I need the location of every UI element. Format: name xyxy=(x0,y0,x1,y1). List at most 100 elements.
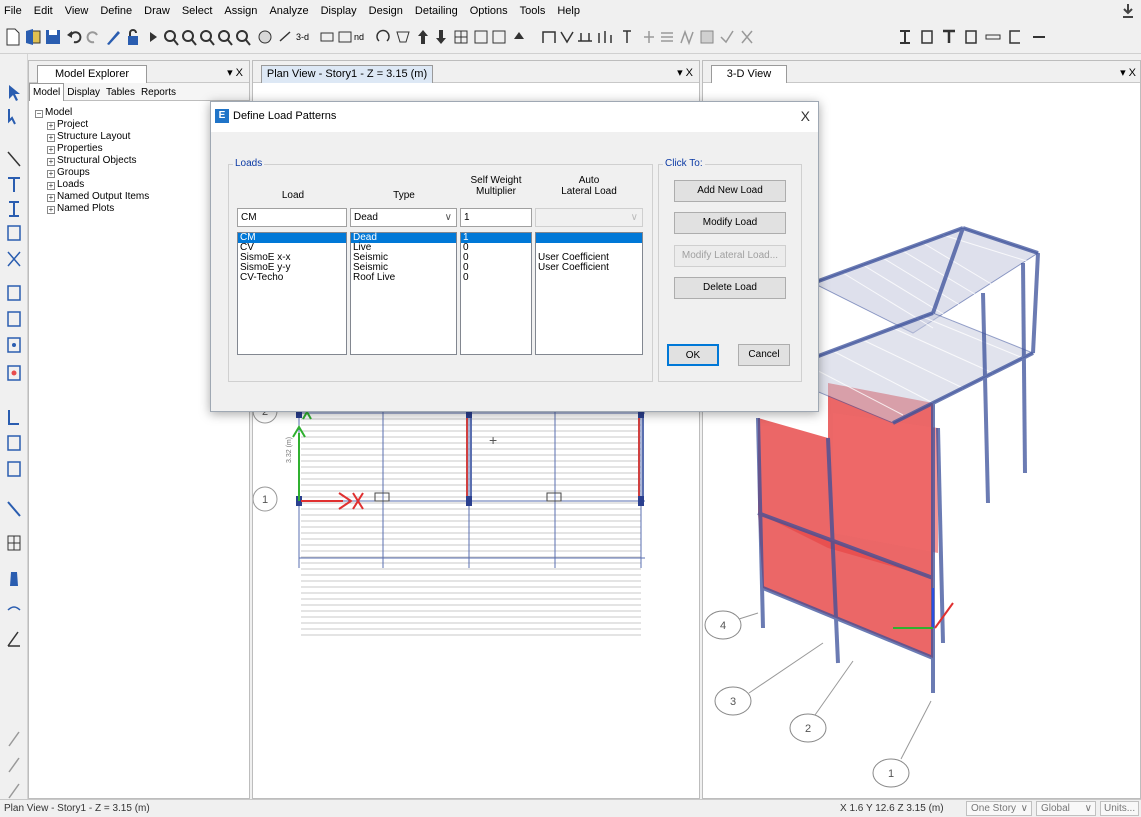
list-item[interactable]: 0 xyxy=(461,273,531,283)
zoom-previous-icon[interactable] xyxy=(198,27,216,47)
plate-section-icon[interactable] xyxy=(984,27,1002,47)
model-explorer-pin-close[interactable]: ▾ X xyxy=(227,66,243,79)
tree-node-named-plots[interactable]: + Named Plots xyxy=(47,203,114,214)
expand-icon[interactable]: + xyxy=(47,206,55,214)
draw-slab-rebar-icon[interactable] xyxy=(6,730,22,748)
lock-icon[interactable] xyxy=(124,27,142,47)
delete-load-button[interactable]: Delete Load xyxy=(674,277,786,299)
wall-icon[interactable] xyxy=(596,27,614,47)
tab-model-explorer[interactable]: Model Explorer xyxy=(37,65,147,83)
rect-section-icon[interactable] xyxy=(918,27,936,47)
subtab-tables[interactable]: Tables xyxy=(103,84,138,101)
cancel-button[interactable]: Cancel xyxy=(738,344,790,366)
snap-icon[interactable] xyxy=(738,27,756,47)
undo-icon[interactable] xyxy=(66,27,84,47)
i-section-icon[interactable] xyxy=(962,27,980,47)
story-dropdown[interactable]: One Story ∨ xyxy=(966,801,1032,816)
pan-icon[interactable] xyxy=(256,27,274,47)
tree-node-groups[interactable]: + Groups xyxy=(47,167,90,178)
tee-section-icon[interactable] xyxy=(940,27,958,47)
reshape-icon[interactable] xyxy=(6,108,22,126)
list-item[interactable]: User Coefficient xyxy=(536,263,642,273)
menu-view[interactable]: View xyxy=(59,0,95,22)
modify-load-button[interactable]: Modify Load xyxy=(674,212,786,234)
coordinate-system-dropdown[interactable]: Global ∨ xyxy=(1036,801,1096,816)
tab-plan-view[interactable]: Plan View - Story1 - Z = 3.15 (m) xyxy=(261,65,433,83)
zoom-rubber-band-icon[interactable] xyxy=(162,27,180,47)
beam-section-icon[interactable] xyxy=(896,27,914,47)
download-icon[interactable] xyxy=(1121,3,1135,19)
check-model-icon[interactable] xyxy=(718,27,736,47)
draw-reference-line-icon[interactable] xyxy=(6,630,22,648)
open-icon[interactable] xyxy=(24,27,42,47)
shell-icon[interactable] xyxy=(698,27,716,47)
zoom-in-icon[interactable] xyxy=(216,27,234,47)
draw-design-strip-icon[interactable] xyxy=(6,782,22,800)
menu-edit[interactable]: Edit xyxy=(28,0,59,22)
load-type-dropdown[interactable]: Dead ∨ xyxy=(350,208,457,227)
draw-section-cut-icon[interactable] xyxy=(6,570,22,588)
menu-analyze[interactable]: Analyze xyxy=(263,0,314,22)
view-3d-pin-close[interactable]: ▾ X xyxy=(1120,66,1136,79)
ok-button[interactable]: OK xyxy=(667,344,719,366)
tree-node-loads[interactable]: + Loads xyxy=(47,179,84,190)
run-analysis-icon[interactable] xyxy=(144,27,162,47)
list-item[interactable]: 0 xyxy=(461,263,531,273)
expand-icon[interactable]: + xyxy=(47,194,55,202)
draw-wall-stack-icon[interactable] xyxy=(6,408,22,426)
redo-icon[interactable] xyxy=(84,27,102,47)
draw-dimension-icon[interactable] xyxy=(6,500,22,518)
brace-icon[interactable] xyxy=(558,27,576,47)
tree-node-project[interactable]: + Project xyxy=(47,119,88,130)
rotate-icon[interactable] xyxy=(276,27,294,47)
expand-icon[interactable]: + xyxy=(47,134,55,142)
opening-icon[interactable] xyxy=(678,27,696,47)
tree-node-structural-objects[interactable]: + Structural Objects xyxy=(47,155,136,166)
tree-node-model[interactable]: − Model xyxy=(35,107,72,118)
tree-node-named-output-items[interactable]: + Named Output Items xyxy=(47,191,149,202)
channel-section-icon[interactable] xyxy=(1006,27,1024,47)
list-item[interactable] xyxy=(536,233,642,243)
line-section-icon[interactable] xyxy=(1030,27,1048,47)
expand-icon[interactable]: + xyxy=(47,158,55,166)
draw-brace-icon[interactable] xyxy=(6,224,22,242)
self-weight-input[interactable]: 1 xyxy=(460,208,532,227)
move-up-icon[interactable] xyxy=(414,27,432,47)
add-new-load-button[interactable]: Add New Load xyxy=(674,180,786,202)
draw-line-icon[interactable] xyxy=(6,150,22,168)
frame-icon[interactable] xyxy=(540,27,558,47)
tree-node-properties[interactable]: + Properties xyxy=(47,143,103,154)
menu-assign[interactable]: Assign xyxy=(218,0,263,22)
member-icon[interactable] xyxy=(640,27,658,47)
plan-view-icon[interactable] xyxy=(318,27,336,47)
list-item[interactable]: CM xyxy=(238,233,346,243)
menu-select[interactable]: Select xyxy=(176,0,219,22)
slab-icon[interactable] xyxy=(658,27,676,47)
draw-point-icon[interactable] xyxy=(6,364,22,382)
select-pointer-icon[interactable] xyxy=(6,84,22,102)
list-item[interactable] xyxy=(536,273,642,283)
menu-tools[interactable]: Tools xyxy=(514,0,552,22)
nd-view-button[interactable]: nd xyxy=(354,27,374,47)
plan-view-pin-close[interactable]: ▾ X xyxy=(677,66,693,79)
draw-wall-icon[interactable] xyxy=(6,310,22,328)
elevation-view-icon[interactable] xyxy=(336,27,354,47)
list-item[interactable]: 1 xyxy=(461,233,531,243)
grid-icon[interactable] xyxy=(452,27,470,47)
draw-beam-icon[interactable] xyxy=(6,176,22,194)
collapse-icon[interactable]: − xyxy=(35,110,43,118)
units-button[interactable]: Units... xyxy=(1100,801,1139,816)
expand-icon[interactable]: + xyxy=(47,182,55,190)
subtab-model[interactable]: Model xyxy=(29,83,65,101)
deformed-shape-icon[interactable] xyxy=(510,27,528,47)
beam-icon[interactable] xyxy=(576,27,594,47)
draw-column-icon[interactable] xyxy=(6,200,22,218)
menu-define[interactable]: Define xyxy=(94,0,138,22)
menu-detailing[interactable]: Detailing xyxy=(409,0,464,22)
menu-options[interactable]: Options xyxy=(464,0,514,22)
menu-file[interactable]: File xyxy=(0,0,28,22)
subtab-display[interactable]: Display xyxy=(64,84,103,101)
move-down-icon[interactable] xyxy=(432,27,450,47)
load-type-list[interactable]: Dead Live Seismic Seismic Roof Live xyxy=(350,232,457,355)
pencil-icon[interactable] xyxy=(104,27,122,47)
